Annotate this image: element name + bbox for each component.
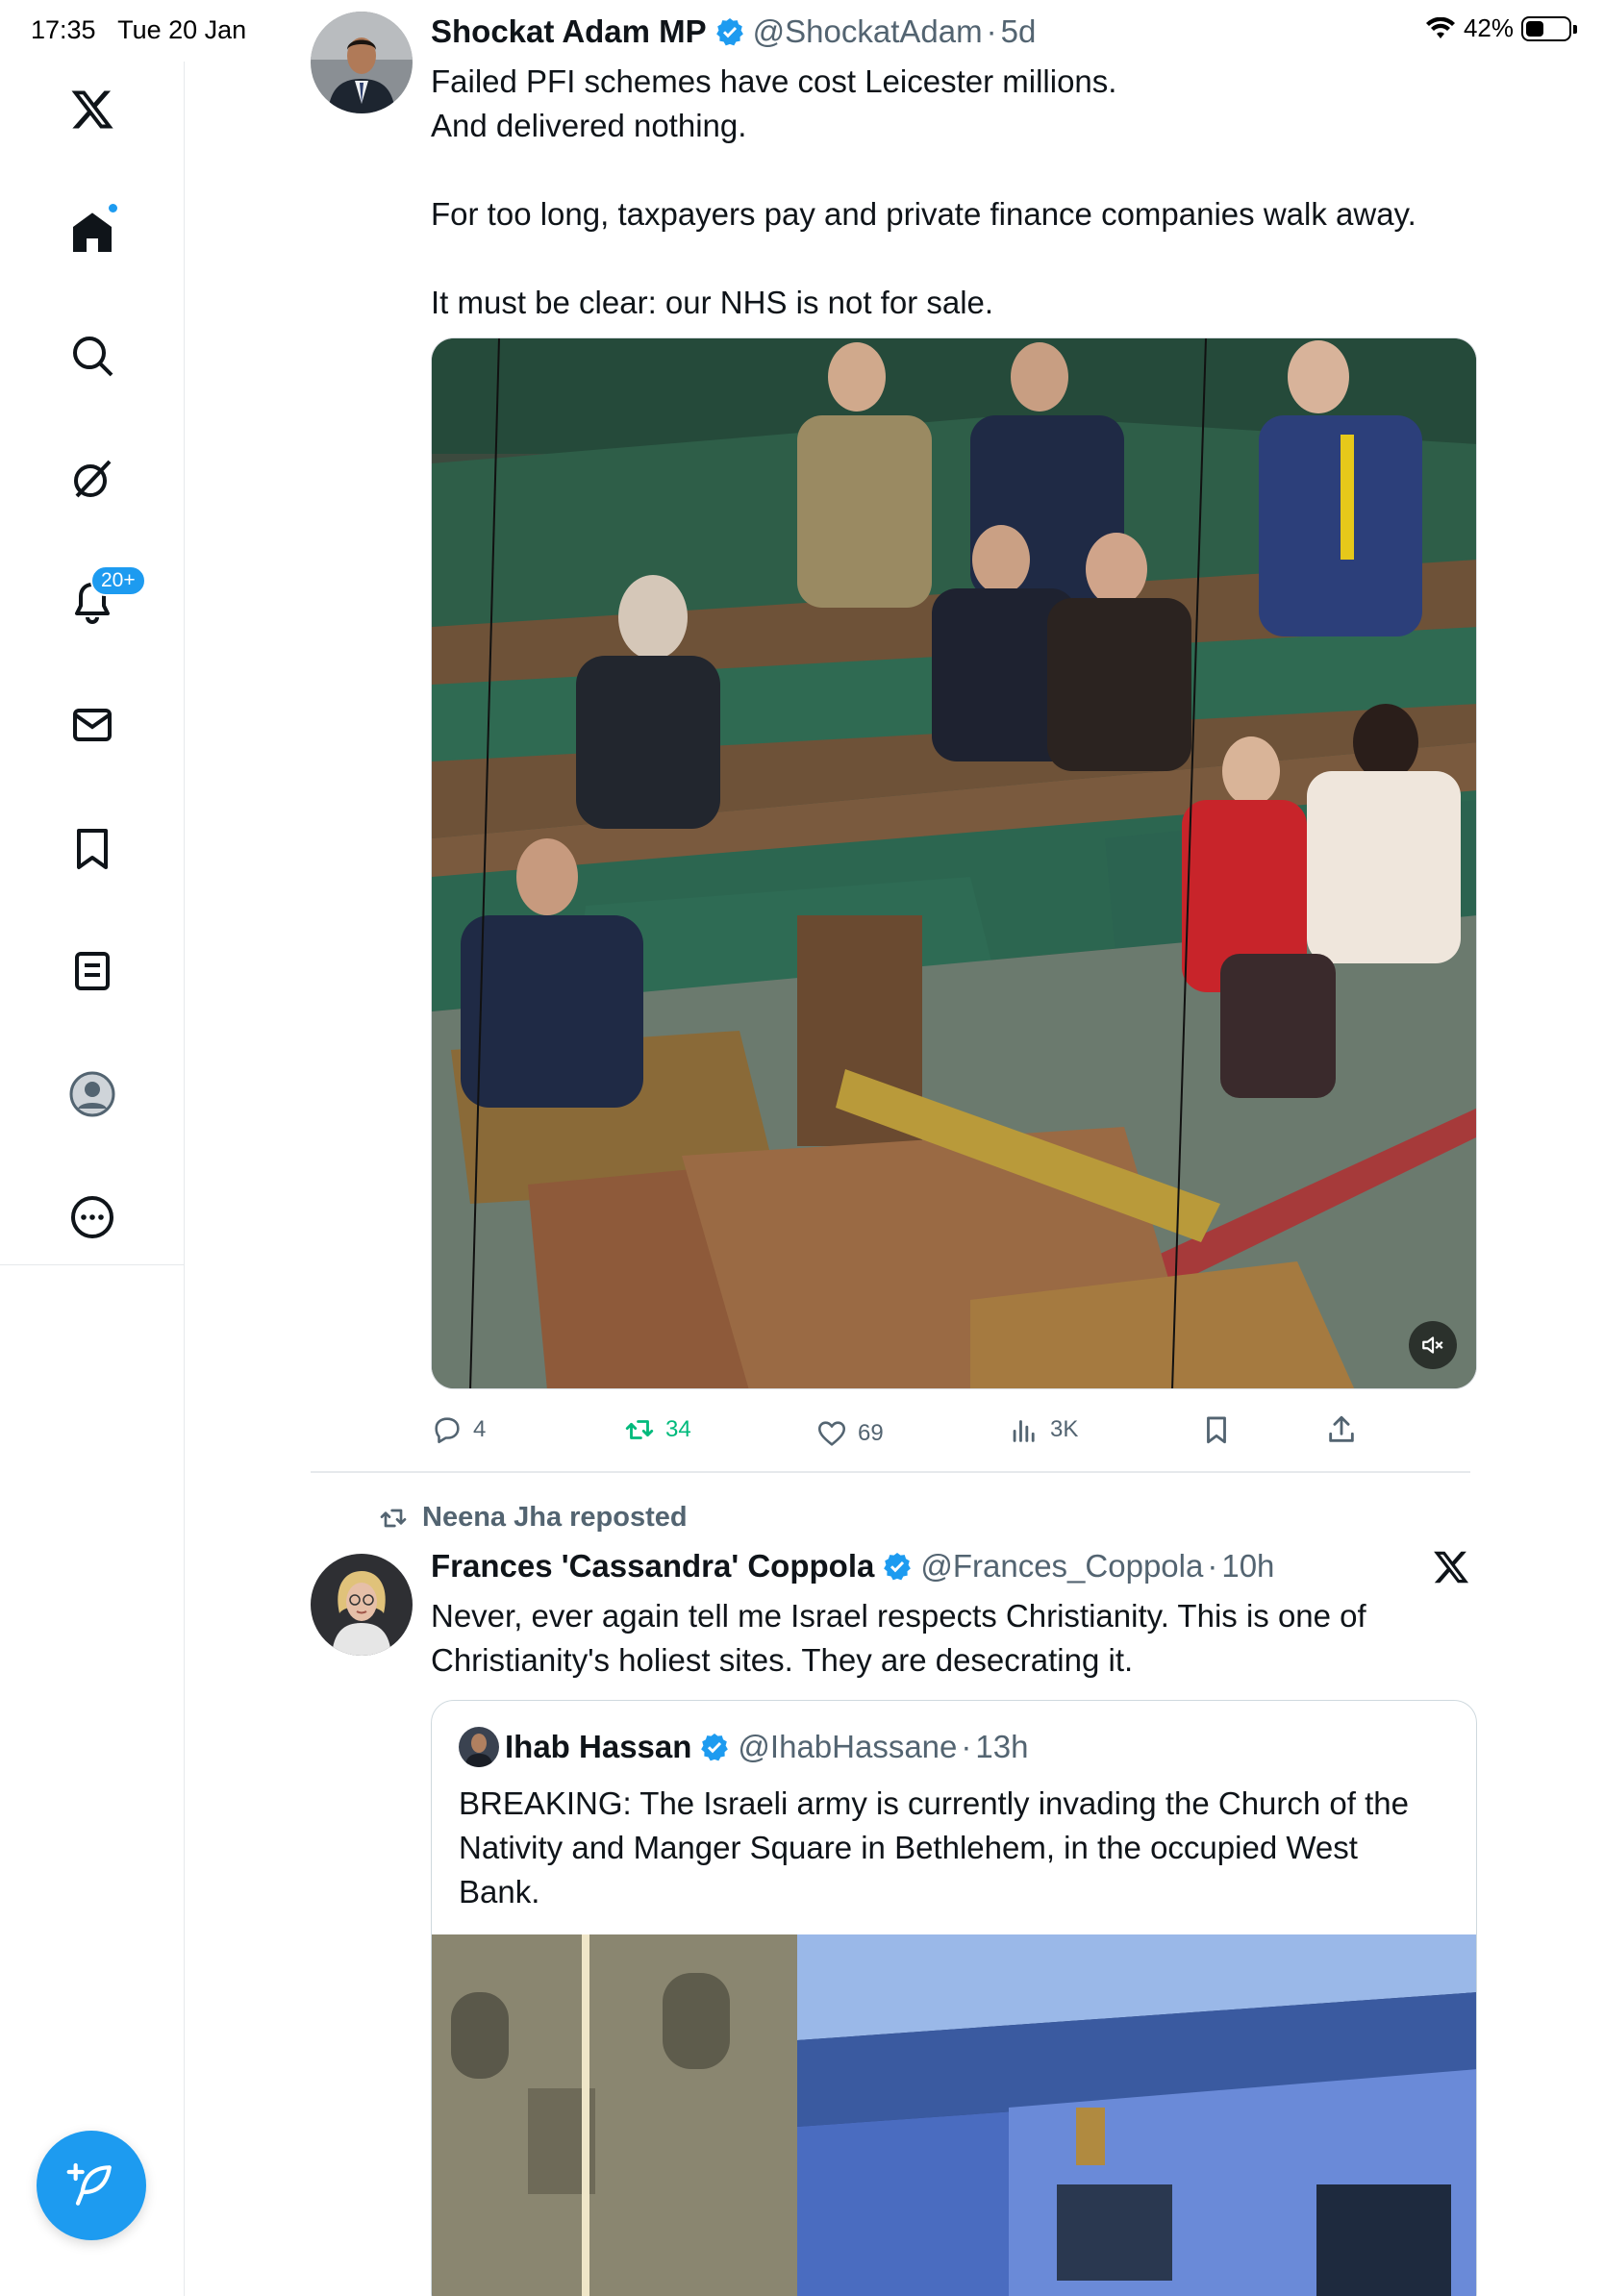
reply-count: 4: [473, 1416, 487, 1442]
avatar[interactable]: [311, 1554, 413, 1656]
share-icon: [1329, 1415, 1354, 1442]
repost-button[interactable]: 34: [623, 1406, 691, 1454]
reply-button[interactable]: 4: [431, 1406, 486, 1454]
sidebar-item-profile[interactable]: [54, 1056, 131, 1133]
separator-dot: ·: [986, 13, 997, 49]
verified-badge-icon: [715, 18, 743, 46]
quote-header: Ihab Hassan @IhabHassane · 13h: [432, 1724, 1476, 1770]
repost-context[interactable]: Neena Jha reposted: [378, 1502, 688, 1534]
sidebar-item-home[interactable]: [54, 194, 131, 271]
bookmark-icon: [1207, 1416, 1226, 1444]
tweet-line: Failed PFI schemes have cost Leicester m…: [431, 63, 1117, 99]
verified-badge-icon: [884, 1553, 912, 1581]
grok-icon: [74, 460, 112, 498]
handle[interactable]: @ShockatAdam: [753, 13, 983, 50]
search-icon: [73, 337, 113, 377]
heart-icon: [817, 1421, 846, 1446]
bookmark-button[interactable]: [1200, 1406, 1233, 1454]
mute-button[interactable]: [1409, 1321, 1457, 1369]
like-count: 69: [858, 1420, 884, 1446]
quoted-tweet[interactable]: Ihab Hassan @IhabHassane · 13h BREAKING:…: [431, 1700, 1477, 2296]
separator-dot: ·: [1207, 1548, 1218, 1584]
reposted-by-label: Neena Jha reposted: [422, 1502, 688, 1533]
sidebar-nav: 20+: [0, 62, 185, 1265]
profile-avatar-icon: [69, 1071, 115, 1117]
tweet-header: Shockat Adam MP @ShockatAdam · 5d: [431, 12, 1470, 52]
sidebar-item-search[interactable]: [54, 317, 131, 394]
analytics-icon: [1013, 1420, 1035, 1442]
reply-icon: [435, 1417, 460, 1444]
repost-count: 34: [665, 1416, 691, 1442]
quote-line: BREAKING: The Israeli army is currently …: [459, 1785, 1409, 1821]
quote-line: Nativity and Manger Square in Bethlehem,…: [459, 1830, 1358, 1865]
display-name[interactable]: Shockat Adam MP: [431, 13, 707, 50]
tweet[interactable]: Shockat Adam MP @ShockatAdam · 5d Failed…: [311, 12, 1477, 1463]
share-button[interactable]: [1325, 1406, 1358, 1454]
tweet-line: [431, 237, 1470, 281]
separator-dot: ·: [961, 1729, 972, 1764]
list-icon: [75, 952, 110, 990]
new-content-dot: [107, 202, 119, 214]
sidebar-item-notifications[interactable]: 20+: [54, 563, 146, 640]
quote-avatar[interactable]: [459, 1727, 499, 1767]
timestamp[interactable]: 5d: [1001, 13, 1037, 50]
bookmark-icon: [77, 829, 108, 869]
quote-timestamp[interactable]: 13h: [975, 1729, 1028, 1765]
envelope-icon: [73, 709, 112, 741]
muted-speaker-icon: [1422, 1336, 1443, 1354]
repost-icon: [380, 1509, 407, 1527]
grok-x-icon[interactable]: [1432, 1548, 1470, 1586]
tweet-header: Frances 'Cassandra' Coppola @Frances_Cop…: [431, 1546, 1470, 1586]
timestamp[interactable]: 10h: [1221, 1548, 1274, 1585]
avatar[interactable]: [311, 12, 413, 113]
bethlehem-square-image: [432, 1934, 1476, 2296]
x-logo-icon[interactable]: [54, 71, 131, 148]
more-icon: [71, 1196, 113, 1238]
tweet-divider: [311, 1471, 1470, 1473]
sidebar-item-more[interactable]: [54, 1179, 131, 1256]
like-button[interactable]: 69: [815, 1410, 884, 1458]
tweet-line: [431, 148, 1470, 192]
tweet-line: It must be clear: our NHS is not for sal…: [431, 285, 994, 320]
quote-line: Bank.: [459, 1874, 540, 1909]
display-name[interactable]: Frances 'Cassandra' Coppola: [431, 1548, 874, 1585]
sidebar: 20+: [0, 62, 185, 2296]
commons-chamber-image: [432, 338, 1476, 1388]
tweet-line: For too long, taxpayers pay and private …: [431, 196, 1416, 232]
tweet-actions: 4 34 69 3K: [431, 1406, 1392, 1454]
sidebar-item-grok[interactable]: [54, 440, 131, 517]
quote-handle[interactable]: @IhabHassane: [738, 1729, 957, 1765]
view-count: 3K: [1050, 1416, 1079, 1442]
tweet-text: Never, ever again tell me Israel respect…: [431, 1594, 1470, 1683]
tweet-line: Never, ever again tell me Israel respect…: [431, 1598, 1366, 1634]
quote-text: BREAKING: The Israeli army is currently …: [432, 1782, 1476, 1914]
tweet-line: And delivered nothing.: [431, 108, 747, 143]
repost-icon: [625, 1420, 654, 1439]
compose-post-button[interactable]: [37, 2131, 146, 2240]
views-button[interactable]: 3K: [1008, 1406, 1078, 1454]
quote-display-name[interactable]: Ihab Hassan: [505, 1729, 691, 1765]
sidebar-item-lists[interactable]: [54, 933, 131, 1010]
verified-badge-icon: [701, 1734, 729, 1761]
quote-video[interactable]: [432, 1934, 1476, 2296]
notification-badge: 20+: [90, 565, 146, 596]
feather-plus-icon: [66, 2162, 112, 2206]
handle[interactable]: @Frances_Coppola: [920, 1548, 1203, 1585]
tweet-text: Failed PFI schemes have cost Leicester m…: [431, 60, 1470, 325]
timeline-feed[interactable]: Shockat Adam MP @ShockatAdam · 5d Failed…: [186, 0, 1604, 2296]
tweet-line: Christianity's holiest sites. They are d…: [431, 1642, 1134, 1678]
sidebar-item-messages[interactable]: [54, 686, 131, 763]
home-icon: [73, 212, 112, 252]
tweet[interactable]: Frances 'Cassandra' Coppola @Frances_Cop…: [311, 1546, 1477, 2296]
tweet-video[interactable]: [431, 337, 1477, 1389]
sidebar-item-bookmarks[interactable]: [54, 810, 131, 886]
